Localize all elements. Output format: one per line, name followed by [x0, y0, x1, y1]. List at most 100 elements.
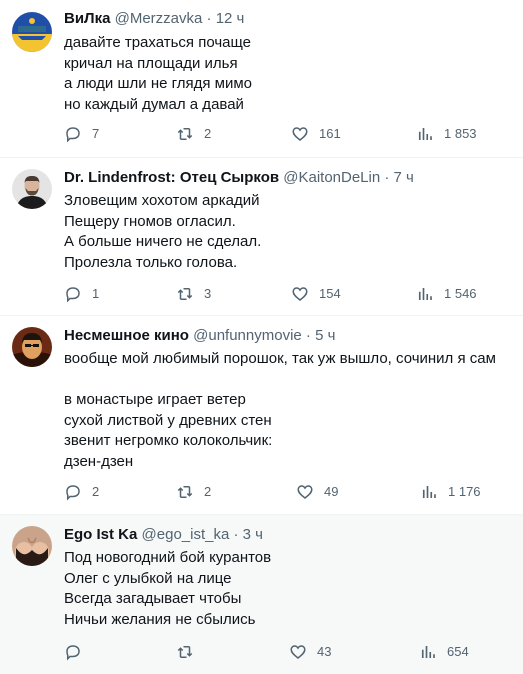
tweet-line: Зловещим хохотом аркадий [64, 192, 260, 209]
reply-count: 7 [92, 126, 100, 141]
tweet-line [64, 370, 496, 391]
separator-dot: · [384, 169, 390, 186]
reply-button[interactable] [64, 642, 92, 662]
tweet-header: Несмешное кино @unfunnymovie · 5 ч [64, 326, 335, 346]
author-name[interactable]: Несмешное кино [64, 327, 189, 344]
tweet[interactable]: Dr. Lindenfrost: Отец Сырков @KaitonDeLi… [0, 158, 523, 316]
author-name[interactable]: ВиЛка [64, 10, 110, 27]
like-icon [290, 645, 306, 659]
views-icon [418, 128, 432, 140]
action-bar: 43 654 [64, 642, 484, 662]
author-handle[interactable]: @unfunnymovie [193, 327, 302, 344]
reply-icon [66, 287, 80, 303]
action-bar: 1 3 154 1 546 [64, 284, 484, 304]
retweet-button[interactable]: 2 [176, 124, 211, 144]
retweet-button[interactable]: 2 [176, 482, 211, 502]
views-icon [422, 486, 436, 498]
like-count: 43 [317, 644, 332, 659]
author-name[interactable]: Dr. Lindenfrost: Отец Сырков [64, 169, 279, 186]
avatar[interactable] [12, 12, 52, 52]
retweet-icon [177, 486, 193, 498]
views-count: 654 [447, 644, 469, 659]
tweet-header: ВиЛка @Merzzavka · 12 ч [64, 9, 244, 29]
tweet-text: Под новогодний бой курантов Олег с улыбк… [64, 548, 271, 630]
views-count: 1 853 [444, 126, 477, 141]
action-bar: 7 2 161 1 853 [64, 124, 484, 144]
like-button[interactable]: 161 [291, 124, 341, 144]
tweet-text: давайте трахаться почаще кричал на площа… [64, 33, 252, 115]
tweet-line: Пролезла только голова. [64, 253, 238, 271]
timestamp[interactable]: 3 ч [243, 526, 263, 543]
tweet-text: вообще мой любимый порошок, так уж вышло… [64, 349, 496, 472]
like-icon [292, 287, 308, 301]
separator-dot: · [305, 327, 311, 344]
reply-button[interactable]: 2 [64, 482, 99, 502]
like-button[interactable]: 43 [289, 642, 331, 662]
tweet-line: но каждый думал а давай [64, 95, 244, 113]
tweet-header: Ego Ist Ka @ego_ist_ka · 3 ч [64, 525, 263, 545]
views-button[interactable]: 1 546 [416, 284, 477, 304]
reply-icon [66, 127, 80, 143]
retweet-count: 2 [204, 484, 212, 499]
tweet-line: звенит негромко колокольчик: [64, 432, 273, 449]
like-count: 154 [319, 286, 341, 301]
tweet-text: Зловещим хохотом аркадий Пещеру гномов о… [64, 191, 261, 273]
author-handle[interactable]: @Merzzavka [115, 10, 203, 27]
avatar[interactable] [12, 327, 52, 367]
like-icon [292, 127, 308, 141]
author-name[interactable]: Ego Ist Ka [64, 526, 137, 543]
views-button[interactable]: 1 176 [420, 482, 481, 502]
tweet-line: А больше ничего не сделал. [64, 233, 262, 250]
reply-count: 1 [92, 286, 100, 301]
action-bar: 2 2 49 1 176 [64, 482, 484, 502]
retweet-icon [177, 128, 193, 140]
tweet[interactable]: ВиЛка @Merzzavka · 12 ч давайте трахатьс… [0, 0, 523, 158]
tweet-line: Ничьи желания не сбылись [64, 610, 256, 628]
retweet-icon [177, 646, 193, 658]
tweet[interactable]: Несмешное кино @unfunnymovie · 5 ч вообщ… [0, 316, 523, 515]
tweet-line: кричал на площади илья [64, 54, 238, 72]
tweet-line: сухой листвой у древних стен [64, 411, 272, 429]
reply-button[interactable]: 1 [64, 284, 99, 304]
retweet-icon [177, 288, 193, 300]
views-icon [418, 288, 432, 300]
like-count: 161 [319, 126, 341, 141]
retweet-count: 2 [204, 126, 212, 141]
tweet[interactable]: Ego Ist Ka @ego_ist_ka · 3 ч Под новогод… [0, 515, 523, 674]
retweet-count: 3 [204, 286, 212, 301]
like-button[interactable]: 154 [291, 284, 341, 304]
tweet-line: Пещеру гномов огласил. [64, 212, 236, 230]
reply-icon [66, 485, 80, 501]
tweet-line: Олег с улыбкой на лице [64, 569, 232, 587]
timestamp[interactable]: 5 ч [315, 327, 335, 344]
like-icon [297, 485, 313, 499]
author-handle[interactable]: @KaitonDeLin [283, 169, 380, 186]
tweet-header: Dr. Lindenfrost: Отец Сырков @KaitonDeLi… [64, 168, 414, 188]
reply-button[interactable]: 7 [64, 124, 99, 144]
separator-dot: · [233, 526, 239, 543]
views-icon [421, 646, 435, 658]
tweet-line: а люди шли не глядя мимо [64, 75, 253, 92]
tweet-line: Под новогодний бой курантов [64, 549, 272, 566]
tweet-line: вообще мой любимый порошок, так уж вышло… [64, 350, 496, 367]
tweet-line: в монастыре играет ветер [64, 391, 246, 408]
retweet-button[interactable] [176, 642, 204, 662]
tweet-line: давайте трахаться почаще [64, 34, 252, 51]
timestamp[interactable]: 12 ч [216, 10, 245, 27]
avatar[interactable] [12, 169, 52, 209]
views-button[interactable]: 1 853 [416, 124, 477, 144]
retweet-button[interactable]: 3 [176, 284, 211, 304]
tweet-line: Всегда загадывает чтобы [64, 590, 242, 607]
separator-dot: · [206, 10, 212, 27]
views-count: 1 546 [444, 286, 477, 301]
author-handle[interactable]: @ego_ist_ka [142, 526, 230, 543]
views-count: 1 176 [448, 484, 481, 499]
like-button[interactable]: 49 [296, 482, 338, 502]
reply-icon [66, 645, 80, 661]
timestamp[interactable]: 7 ч [394, 169, 414, 186]
tweet-line: дзен-дзен [64, 452, 134, 470]
reply-count: 2 [92, 484, 100, 499]
like-count: 49 [324, 484, 339, 499]
avatar[interactable] [12, 526, 52, 566]
views-button[interactable]: 654 [419, 642, 469, 662]
